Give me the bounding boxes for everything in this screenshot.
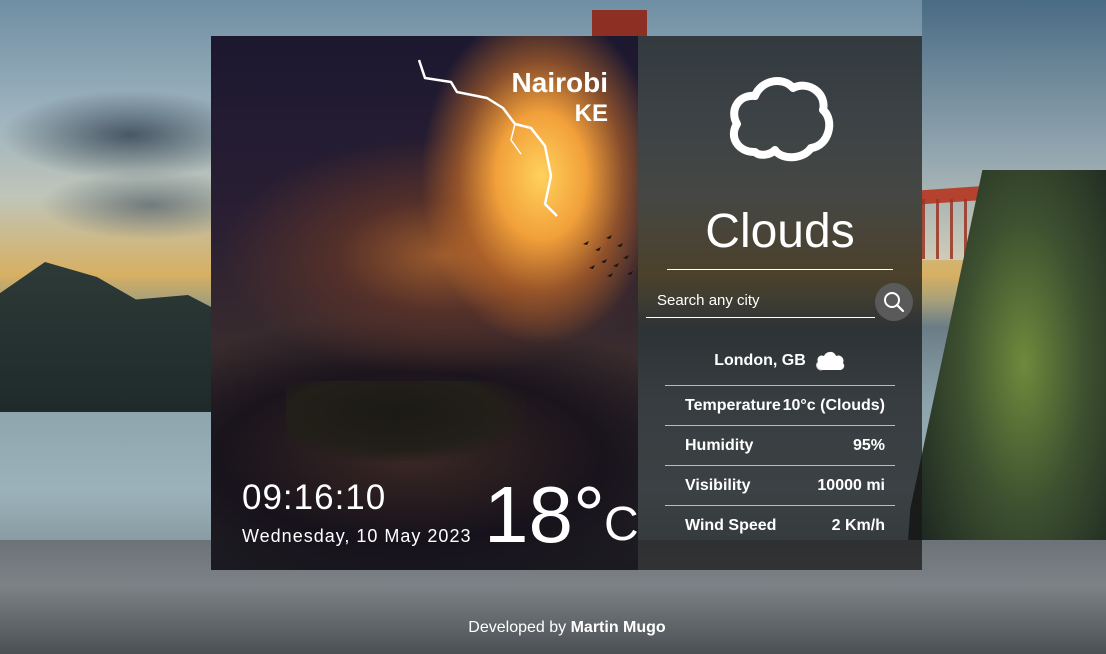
detail-label: Temperature — [685, 396, 781, 414]
detail-value: 95% — [852, 436, 885, 454]
location-label: London, GB — [714, 352, 806, 369]
search-icon — [884, 292, 905, 313]
country-code: KE — [574, 100, 608, 127]
current-time: 09:16:10 — [242, 478, 387, 517]
weather-details-list: Temperature 10°c (Clouds) Humidity 95% V… — [665, 385, 895, 545]
detail-label: Wind Speed — [685, 516, 777, 534]
weather-details-panel: Clouds London, GB Temperature 10°c (Clou… — [638, 36, 922, 570]
detail-value: 2 Km/h — [831, 516, 885, 534]
divider — [667, 269, 893, 270]
city-name: Nairobi — [511, 67, 608, 98]
detail-label: Visibility — [685, 476, 751, 494]
island-silhouette — [286, 381, 526, 461]
detail-row-visibility: Visibility 10000 mi — [665, 465, 895, 505]
detail-label: Humidity — [685, 436, 754, 454]
current-date: Wednesday, 10 May 2023 — [242, 526, 472, 546]
detail-value: 10°c (Clouds) — [782, 396, 885, 414]
search-input[interactable] — [646, 284, 875, 318]
footer-prefix: Developed by — [468, 619, 567, 636]
footer-credit: Developed by Martin Mugo — [0, 619, 1106, 637]
weather-card: Nairobi KE 09:16:10 Wednesday, 10 May 20… — [211, 36, 638, 570]
condition-title: Clouds — [705, 205, 855, 258]
detail-row-temperature: Temperature 10°c (Clouds) — [665, 385, 895, 425]
cloud-outline-icon — [729, 77, 834, 162]
detail-row-wind-speed: Wind Speed 2 Km/h — [665, 505, 895, 545]
background-bridge-tower — [592, 10, 647, 36]
footer-author: Martin Mugo — [570, 619, 666, 636]
temperature-unit: C — [604, 498, 638, 551]
cloud-icon — [815, 351, 845, 371]
detail-value: 10000 mi — [817, 476, 885, 494]
detail-row-humidity: Humidity 95% — [665, 425, 895, 465]
search-button[interactable] — [875, 283, 913, 321]
temperature-value: 18° — [484, 470, 605, 559]
searched-location: London, GB — [638, 346, 922, 376]
